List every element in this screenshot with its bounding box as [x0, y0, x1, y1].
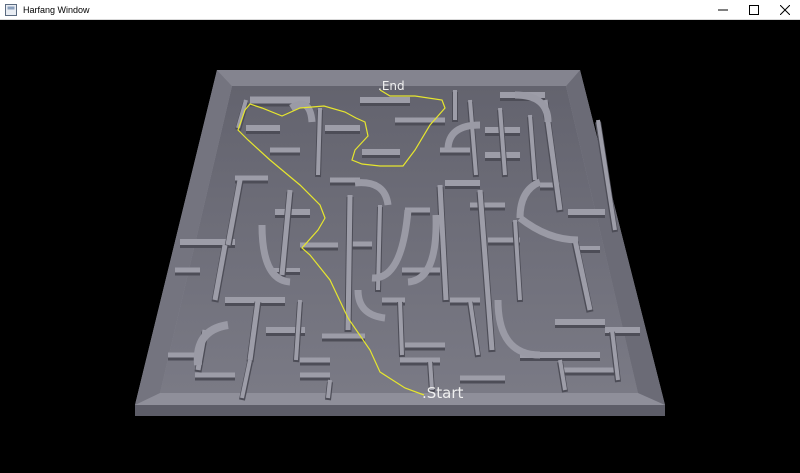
- minimize-icon: [717, 9, 728, 10]
- window-title: Harfang Window: [23, 4, 90, 15]
- title-bar[interactable]: Harfang Window: [0, 0, 800, 20]
- end-label: .End: [378, 79, 405, 93]
- wall-segment: [345, 194, 353, 331]
- close-icon: [779, 4, 790, 15]
- maximize-icon: [748, 4, 759, 15]
- render-viewport[interactable]: .Start .End: [0, 20, 800, 469]
- board-front-face: [135, 405, 665, 416]
- wall-segment: [316, 107, 322, 176]
- app-icon: [3, 2, 19, 18]
- minimize-button[interactable]: [707, 0, 738, 19]
- maze-scene: .Start .End: [135, 70, 665, 416]
- maximize-button[interactable]: [738, 0, 769, 19]
- wall-segment: [398, 299, 404, 356]
- close-button[interactable]: [769, 0, 800, 19]
- wall-segment: [326, 379, 332, 399]
- start-label: .Start: [422, 384, 464, 402]
